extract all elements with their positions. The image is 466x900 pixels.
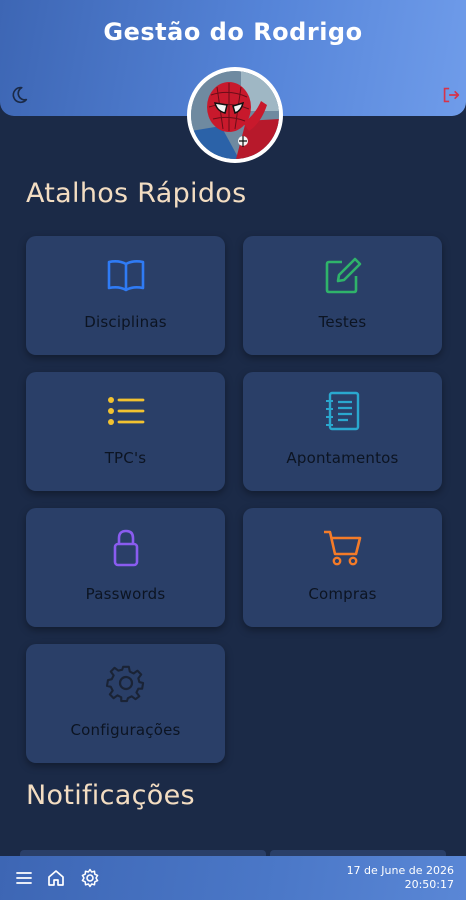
app-title: Gestão do Rodrigo bbox=[103, 18, 363, 46]
notifications-title: Notificações bbox=[26, 780, 195, 811]
shortcut-configuracoes[interactable]: Configurações bbox=[26, 644, 225, 763]
notebook-icon bbox=[326, 391, 360, 431]
datetime: 17 de June de 2026 20:50:17 bbox=[347, 864, 454, 892]
current-time: 20:50:17 bbox=[404, 878, 454, 891]
shortcut-tpcs[interactable]: TPC's bbox=[26, 372, 225, 491]
spiderman-avatar-icon bbox=[191, 71, 279, 159]
shortcuts-title: Atalhos Rápidos bbox=[26, 178, 247, 209]
moon-icon[interactable] bbox=[8, 84, 30, 106]
menu-icon[interactable] bbox=[14, 868, 34, 888]
shortcut-label: Disciplinas bbox=[84, 313, 167, 331]
shortcut-apontamentos[interactable]: Apontamentos bbox=[243, 372, 442, 491]
gear-icon bbox=[105, 665, 145, 703]
list-icon bbox=[108, 397, 145, 425]
shortcut-label: Passwords bbox=[85, 585, 166, 603]
book-icon bbox=[107, 260, 145, 292]
bottom-bar: 17 de June de 2026 20:50:17 bbox=[0, 856, 466, 900]
shortcut-disciplinas[interactable]: Disciplinas bbox=[26, 236, 225, 355]
shortcut-label: Apontamentos bbox=[286, 449, 399, 467]
logout-icon[interactable] bbox=[440, 84, 462, 106]
shortcut-passwords[interactable]: Passwords bbox=[26, 508, 225, 627]
shortcut-label: TPC's bbox=[104, 449, 147, 467]
gear-icon[interactable] bbox=[80, 868, 100, 888]
shortcut-label: Testes bbox=[318, 313, 367, 331]
current-date: 17 de June de 2026 bbox=[346, 864, 454, 877]
avatar[interactable] bbox=[187, 67, 283, 163]
shortcut-label: Configurações bbox=[70, 721, 181, 739]
shortcut-testes[interactable]: Testes bbox=[243, 236, 442, 355]
lock-icon bbox=[113, 529, 139, 567]
shortcut-compras[interactable]: Compras bbox=[243, 508, 442, 627]
edit-icon bbox=[325, 257, 362, 294]
home-icon[interactable] bbox=[46, 868, 66, 888]
shortcut-label: Compras bbox=[308, 585, 377, 603]
cart-icon bbox=[324, 530, 362, 566]
